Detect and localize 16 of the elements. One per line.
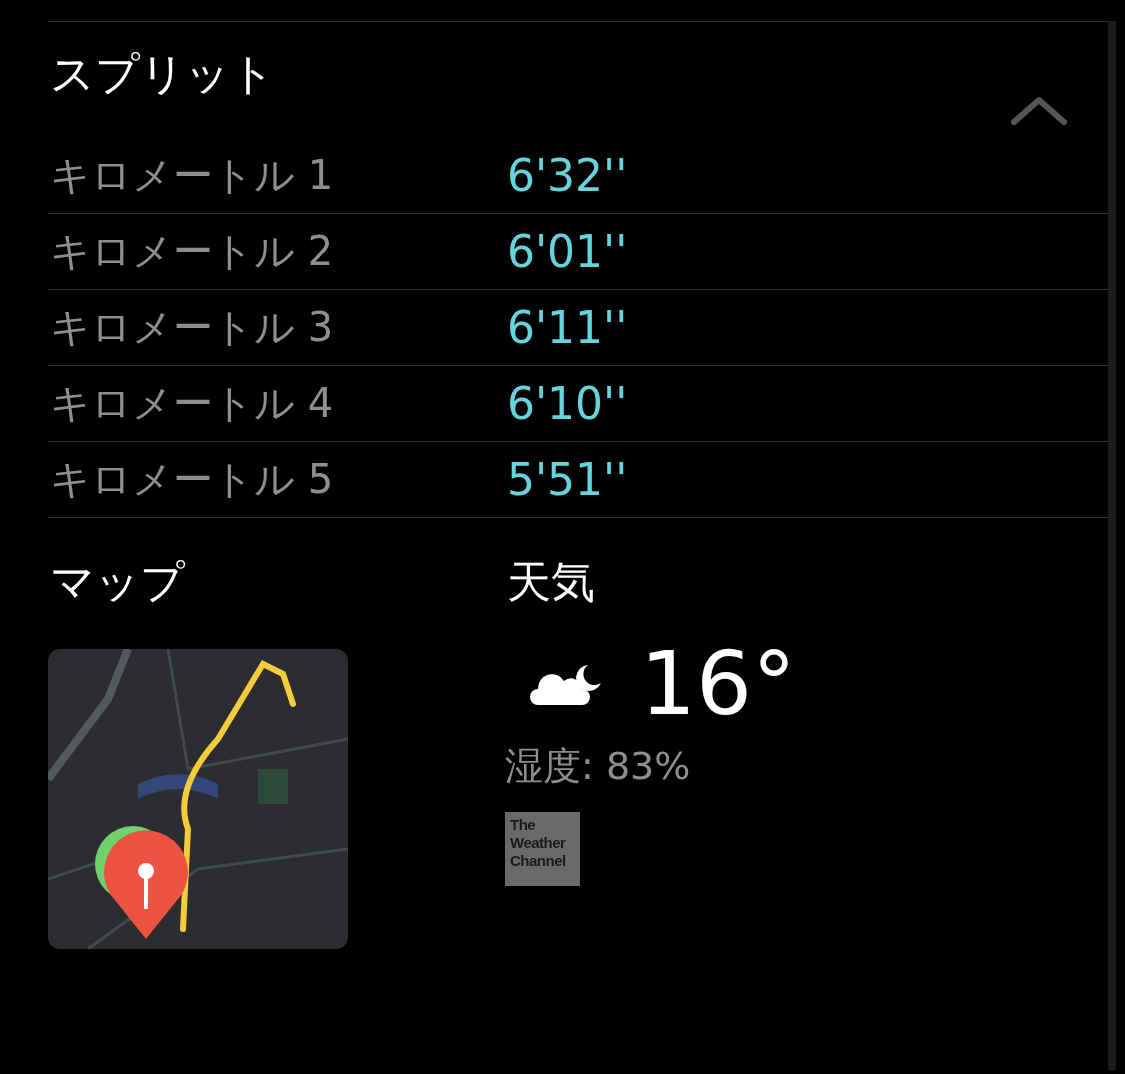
split-pace: 6'01'' (507, 226, 628, 277)
temperature: 16° (640, 638, 796, 730)
split-pace: 6'11'' (507, 302, 628, 353)
section-title: マップ (49, 556, 186, 608)
section-title: 天気 (506, 556, 596, 608)
section-title: スプリット (49, 48, 275, 100)
humidity: 湿度: 83% (505, 743, 692, 790)
split-pace: 5'51'' (507, 454, 628, 505)
split-label: キロメートル 3 (49, 303, 335, 352)
provider-logo: The Weather Channel (505, 812, 580, 886)
split-label: キロメートル 5 (49, 455, 335, 504)
split-pace: 6'10'' (507, 378, 628, 429)
split-label: キロメートル 2 (49, 227, 335, 276)
split-label: キロメートル 4 (49, 379, 335, 428)
split-label: キロメートル 1 (49, 151, 335, 200)
split-pace: 6'32'' (507, 150, 628, 201)
